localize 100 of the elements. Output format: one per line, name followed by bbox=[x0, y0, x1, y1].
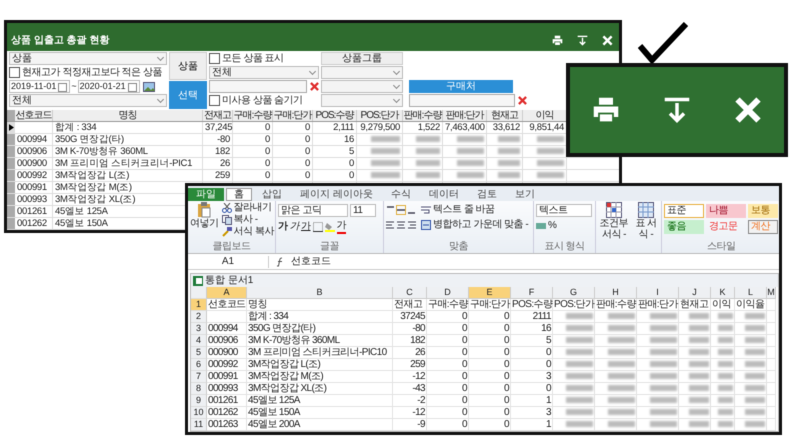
ribbon-tab[interactable]: 수식 bbox=[382, 188, 419, 201]
percent-button[interactable]: % bbox=[548, 220, 556, 232]
column-header[interactable]: L bbox=[735, 287, 767, 299]
row-header[interactable]: 6 bbox=[191, 359, 207, 371]
vertical-align-icon[interactable] bbox=[386, 205, 416, 215]
name-box[interactable]: A1 bbox=[188, 256, 269, 268]
horizontal-align-icon[interactable] bbox=[386, 220, 416, 230]
column-header[interactable]: 명칭 bbox=[53, 110, 203, 121]
copy-button[interactable]: 복사 - bbox=[234, 214, 258, 226]
bold-button[interactable]: 가 bbox=[278, 221, 288, 233]
font-dropdown[interactable]: 맑은 고딕 bbox=[278, 204, 348, 217]
product-field[interactable] bbox=[209, 80, 307, 93]
date-field[interactable]: 2019-11-01 bbox=[9, 80, 70, 93]
column-header[interactable]: K bbox=[711, 287, 735, 299]
row-header[interactable]: 1 bbox=[191, 299, 207, 311]
sheet-cell[interactable]: 001263 bbox=[207, 419, 247, 431]
conditional-format-button[interactable]: 조건부 서식 - bbox=[598, 218, 630, 240]
select-all-corner[interactable] bbox=[191, 287, 207, 299]
formula-field[interactable]: 선호코드 bbox=[291, 256, 779, 268]
row-header[interactable]: 3 bbox=[191, 323, 207, 335]
row-header[interactable]: 7 bbox=[191, 371, 207, 383]
sheet-cell[interactable]: 1 bbox=[511, 419, 553, 431]
row-header[interactable]: 5 bbox=[191, 347, 207, 359]
category-dropdown[interactable]: 전체 bbox=[9, 94, 167, 107]
ribbon-tab[interactable]: 홈 bbox=[226, 188, 252, 201]
column-header[interactable]: 선호코드 bbox=[15, 110, 53, 121]
image-icon[interactable] bbox=[142, 80, 155, 92]
row-header[interactable]: 2 bbox=[191, 311, 207, 323]
column-header[interactable]: C bbox=[393, 287, 427, 299]
vendor-field[interactable] bbox=[409, 94, 515, 107]
column-header[interactable]: 판매:수량 bbox=[403, 110, 443, 121]
sheet-cell[interactable]: 45엘보 200A bbox=[247, 419, 393, 431]
print-icon[interactable] bbox=[552, 35, 563, 46]
border-icon[interactable] bbox=[312, 222, 322, 232]
underline-button[interactable]: 가 bbox=[301, 221, 310, 233]
column-header[interactable]: H bbox=[595, 287, 637, 299]
font-size-dropdown[interactable]: 11 bbox=[350, 204, 376, 217]
sheet-cell[interactable]: 0 bbox=[427, 419, 469, 431]
checkbox[interactable] bbox=[9, 67, 20, 78]
wrap-text-button[interactable]: 텍스트 줄 바꿈 bbox=[433, 204, 495, 216]
row-header[interactable]: 4 bbox=[191, 335, 207, 347]
product-dropdown[interactable]: 전체 bbox=[209, 66, 319, 79]
column-header[interactable]: I bbox=[637, 287, 679, 299]
number-format-dropdown[interactable]: 텍스트 bbox=[536, 204, 592, 217]
row-header[interactable]: 11 bbox=[191, 419, 207, 431]
checkbox[interactable] bbox=[209, 95, 220, 106]
checkbox[interactable] bbox=[209, 53, 220, 64]
fill-color-icon[interactable] bbox=[324, 222, 334, 232]
column-header[interactable]: G bbox=[553, 287, 595, 299]
download-icon[interactable] bbox=[577, 35, 588, 46]
column-header[interactable]: 전재고 bbox=[203, 110, 233, 121]
cell-style-option[interactable]: 표준 bbox=[664, 204, 704, 218]
font-color-button[interactable]: 가 bbox=[336, 220, 346, 234]
cell-style-option[interactable]: 보통 bbox=[748, 204, 778, 218]
column-header[interactable]: POS:단가 bbox=[357, 110, 403, 121]
column-header[interactable]: 구매:단가 bbox=[273, 110, 313, 121]
download-icon[interactable] bbox=[662, 96, 691, 124]
cell-style-option[interactable]: 경고문 bbox=[706, 220, 746, 234]
clear-icon[interactable] bbox=[310, 82, 319, 91]
paste-icon[interactable] bbox=[197, 202, 212, 218]
item-type-dropdown[interactable]: 상품 bbox=[9, 52, 167, 65]
column-header[interactable]: POS:수량 bbox=[313, 110, 357, 121]
empty-cell[interactable] bbox=[767, 419, 776, 431]
close-icon[interactable] bbox=[602, 35, 613, 46]
cell-style-option[interactable]: 좋음 bbox=[664, 220, 704, 234]
sheet-cell[interactable]: -9 bbox=[393, 419, 427, 431]
select-button[interactable]: 선택 bbox=[169, 81, 207, 109]
ribbon-tab[interactable]: 페이지 레이아웃 bbox=[292, 188, 381, 201]
ribbon-tab[interactable]: 검토 bbox=[468, 188, 505, 201]
column-header[interactable]: E bbox=[469, 287, 511, 299]
cut-button[interactable]: 잘라내기 bbox=[234, 202, 272, 214]
column-header[interactable]: 현재고 bbox=[487, 110, 523, 121]
row-header[interactable]: 9 bbox=[191, 395, 207, 407]
close-icon[interactable] bbox=[734, 96, 762, 124]
cell-style-option[interactable]: 나쁨 bbox=[706, 204, 746, 218]
merge-button[interactable]: 병합하고 가운데 맞춤 - bbox=[433, 219, 528, 231]
print-icon[interactable] bbox=[592, 96, 620, 124]
column-header[interactable]: 판매:단가 bbox=[443, 110, 487, 121]
column-header[interactable]: M bbox=[767, 287, 776, 299]
clear-icon[interactable] bbox=[518, 96, 527, 105]
column-header[interactable]: 구매:수량 bbox=[233, 110, 273, 121]
ribbon-tab[interactable]: 데이터 bbox=[420, 188, 467, 201]
column-header[interactable]: B bbox=[247, 287, 393, 299]
ribbon-tab[interactable]: 파일 bbox=[188, 188, 224, 201]
paste-label[interactable]: 여넣기 bbox=[190, 218, 218, 230]
sheet-cell[interactable]: 0 bbox=[469, 419, 511, 431]
italic-button[interactable]: 가 bbox=[290, 221, 299, 233]
date-field[interactable]: 2020-01-21 bbox=[78, 80, 140, 93]
row-header[interactable]: 8 bbox=[191, 383, 207, 395]
column-header[interactable]: F bbox=[511, 287, 553, 299]
row-header[interactable]: 10 bbox=[191, 407, 207, 419]
row-selector[interactable] bbox=[7, 122, 15, 133]
ribbon-tab[interactable]: 보기 bbox=[506, 188, 543, 201]
ribbon-tab[interactable]: 삽입 bbox=[254, 188, 290, 201]
table-format-button[interactable]: 표 서식 - bbox=[632, 218, 659, 240]
column-header[interactable]: A bbox=[207, 287, 247, 299]
column-header[interactable]: J bbox=[679, 287, 711, 299]
product-button[interactable]: 상품 bbox=[169, 52, 207, 80]
format-painter-button[interactable]: 서식 복사 bbox=[234, 226, 274, 238]
column-header[interactable]: D bbox=[427, 287, 469, 299]
